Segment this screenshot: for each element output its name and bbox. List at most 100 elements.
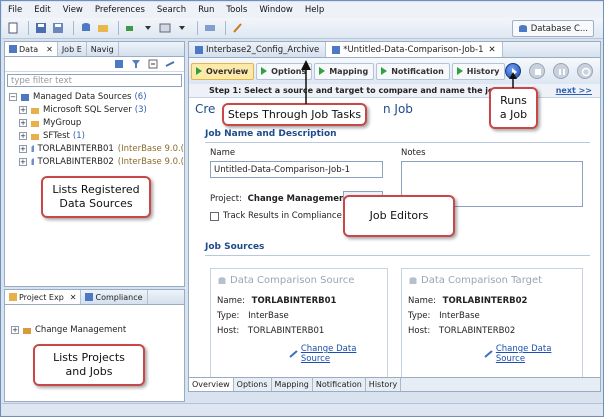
menu-help[interactable]: Help: [299, 5, 330, 15]
database-icon: [518, 24, 527, 32]
source-change-link[interactable]: Change Data Source: [289, 344, 387, 364]
tab-data[interactable]: Data ✕: [5, 42, 58, 56]
target-change-link[interactable]: Change Data Source: [484, 344, 582, 364]
play-arrow-icon: [196, 67, 202, 75]
editor-body: Cre n Job Job Name and Description Name …: [193, 99, 598, 379]
save-all-icon[interactable]: [51, 21, 65, 35]
new-file-icon[interactable]: [6, 21, 20, 35]
project-panel-tabs: Project Exp ✕ Compliance: [5, 290, 184, 305]
next-link[interactable]: next >>: [556, 86, 592, 95]
menu-search[interactable]: Search: [151, 5, 192, 15]
tree-change-management[interactable]: + Change Management: [11, 323, 184, 336]
play-arrow-icon: [261, 67, 268, 75]
close-icon[interactable]: ✕: [70, 293, 77, 302]
tree-label: TORLABINTERB01: [37, 143, 114, 154]
source-type-label: Type:: [217, 311, 240, 321]
tab-data-label: Data: [19, 44, 39, 54]
bottom-tab-mapping[interactable]: Mapping: [272, 378, 313, 391]
pause-button[interactable]: [553, 63, 569, 79]
tree-count: (1): [72, 130, 85, 141]
tree-label: Managed Data Sources: [33, 91, 132, 102]
refresh-button[interactable]: [577, 63, 593, 79]
callout-runs: Runs a Job: [489, 87, 538, 129]
menu-run[interactable]: Run: [192, 5, 220, 15]
database-icon[interactable]: [79, 21, 93, 35]
step-instruction-bar: Step 1: Select a source and target to co…: [189, 84, 600, 98]
bottom-tab-notification[interactable]: Notification: [313, 378, 366, 391]
step-label: Notification: [391, 66, 444, 76]
step-mapping[interactable]: Mapping: [314, 62, 375, 80]
bottom-tab-history[interactable]: History: [366, 378, 402, 391]
tree-label: Change Management: [35, 324, 127, 335]
tree-count: (6): [134, 91, 147, 102]
folder-icon[interactable]: [96, 21, 110, 35]
change-target-label: Change Data Source: [495, 344, 552, 364]
menu-preferences[interactable]: Preferences: [89, 5, 151, 15]
target-name: TORLABINTERB02: [442, 296, 528, 306]
source-name: TORLABINTERB01: [251, 296, 337, 306]
step-notification[interactable]: Notification: [376, 62, 450, 80]
tab-interbase-config[interactable]: Interbase2_Config_Archive: [189, 42, 327, 57]
expand-icon[interactable]: +: [19, 144, 27, 153]
callout-registered-text: Lists Registered Data Sources: [52, 183, 140, 210]
track-results-checkbox[interactable]: [210, 211, 219, 221]
step-overview[interactable]: Overview: [191, 62, 255, 80]
chevron-down-icon[interactable]: [175, 21, 189, 35]
step-history[interactable]: History: [451, 62, 506, 80]
data-source-tree: − Managed Data Sources (6) + Microsoft S…: [5, 87, 184, 168]
section-divider: [205, 142, 590, 143]
menu-view[interactable]: View: [57, 5, 89, 15]
menu-window[interactable]: Window: [253, 5, 299, 15]
perspective-button[interactable]: Database C...: [511, 20, 594, 37]
callout-registered: Lists Registered Data Sources: [41, 176, 151, 218]
tree-mygroup[interactable]: + MyGroup: [9, 116, 184, 129]
tree-managed-data-sources[interactable]: − Managed Data Sources (6): [9, 90, 184, 103]
section-divider: [205, 255, 590, 256]
bottom-tab-options[interactable]: Options: [234, 378, 272, 391]
menu-file[interactable]: File: [2, 5, 28, 15]
source-host: TORLABINTERB01: [247, 326, 325, 336]
tab-navigator[interactable]: Navig: [87, 42, 119, 56]
target-name-label: Name:: [408, 296, 436, 306]
link-icon[interactable]: [163, 57, 177, 71]
collapse-icon[interactable]: −: [9, 92, 17, 101]
chevron-down-icon[interactable]: [141, 21, 155, 35]
tree-label: MyGroup: [43, 117, 82, 128]
collapse-all-icon[interactable]: [146, 57, 160, 71]
expand-icon[interactable]: +: [11, 325, 19, 334]
expand-icon[interactable]: +: [19, 118, 27, 127]
dropdown-icon[interactable]: [203, 21, 217, 35]
tree-torlabinterb02[interactable]: + TORLABINTERB02 (InterBase 9.0.(: [9, 155, 184, 168]
callout-editors-text: Job Editors: [369, 209, 429, 222]
tree-sftest[interactable]: + SFTest (1): [9, 129, 184, 142]
tab-untitled-job[interactable]: *Untitled-Data-Comparison-Job-1 ✕: [326, 42, 503, 57]
app-window: File Edit View Preferences Search Run To…: [0, 0, 604, 417]
tab-project-explorer[interactable]: Project Exp ✕: [5, 290, 82, 304]
tab-compliance[interactable]: Compliance: [81, 290, 148, 304]
database-icon: [31, 144, 35, 152]
add-icon[interactable]: [112, 57, 126, 71]
expand-icon[interactable]: +: [19, 157, 27, 166]
save-icon[interactable]: [34, 21, 48, 35]
menu-tools[interactable]: Tools: [220, 5, 253, 15]
data-source-explorer: Data ✕ Job E Navig type filter text − Ma…: [4, 41, 185, 287]
tree-torlabinterb01[interactable]: + TORLABINTERB01 (InterBase 9.0.(: [9, 142, 184, 155]
connect-icon[interactable]: [124, 21, 138, 35]
job-name-input[interactable]: Untitled-Data-Comparison-Job-1: [210, 161, 383, 178]
track-results-row[interactable]: Track Results in Compliance Exp: [210, 211, 360, 221]
filter-icon[interactable]: [129, 57, 143, 71]
sql-icon[interactable]: [158, 21, 172, 35]
bottom-tab-overview[interactable]: Overview: [189, 378, 234, 391]
expand-icon[interactable]: +: [19, 131, 27, 140]
close-icon[interactable]: ✕: [46, 45, 53, 54]
callout-projects: Lists Projects and Jobs: [33, 344, 145, 386]
tab-job-explorer[interactable]: Job E: [58, 42, 87, 56]
stop-button[interactable]: [529, 63, 545, 79]
close-icon[interactable]: ✕: [489, 45, 496, 55]
step-label: Mapping: [329, 66, 369, 76]
expand-icon[interactable]: +: [19, 105, 27, 114]
filter-input[interactable]: type filter text: [7, 74, 182, 87]
menu-edit[interactable]: Edit: [28, 5, 56, 15]
tree-mssql[interactable]: + Microsoft SQL Server (3): [9, 103, 184, 116]
brush-icon[interactable]: [231, 21, 245, 35]
